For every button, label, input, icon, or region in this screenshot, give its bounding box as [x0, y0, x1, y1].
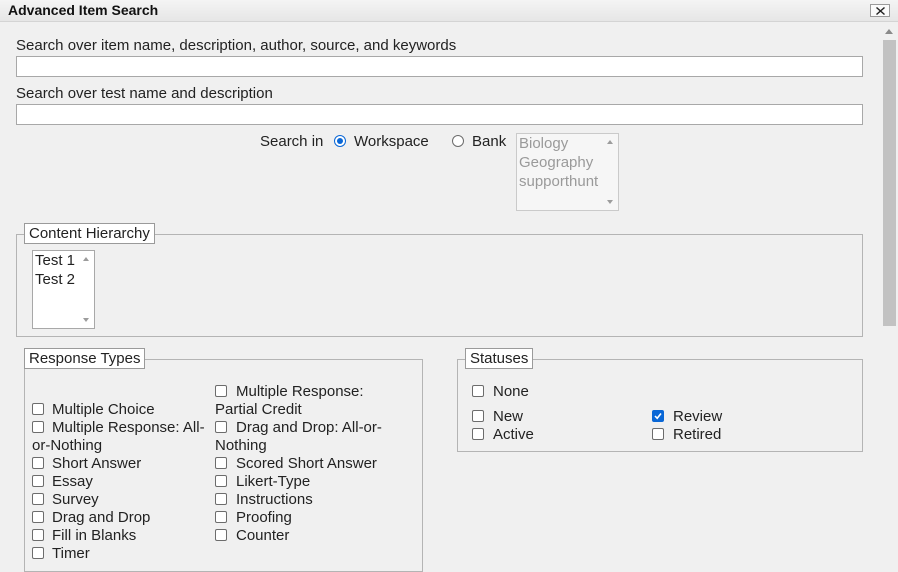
response-type-checkbox[interactable] [215, 529, 227, 541]
response-type-label[interactable]: Multiple Response: [236, 383, 364, 401]
bank-option[interactable]: Biology [519, 134, 568, 153]
status-none-checkbox[interactable] [472, 385, 484, 397]
response-type-label[interactable]: Short Answer [52, 455, 141, 473]
bank-radio[interactable] [452, 135, 464, 147]
scroll-up-arrow-icon[interactable] [885, 29, 893, 34]
close-button[interactable] [870, 4, 890, 17]
status-active-label[interactable]: Active [493, 426, 534, 444]
response-type-label[interactable]: Counter [236, 527, 289, 545]
status-none-label[interactable]: None [493, 383, 529, 401]
bank-radio-label[interactable]: Bank [472, 133, 506, 150]
status-review-label[interactable]: Review [673, 408, 722, 426]
response-type-checkbox[interactable] [215, 475, 227, 487]
search-in-label: Search in [260, 133, 324, 150]
response-type-label[interactable]: Likert-Type [236, 473, 310, 491]
response-type-checkbox[interactable] [32, 421, 44, 433]
listbox-scroll-up-icon[interactable] [83, 257, 89, 261]
scroll-thumb[interactable] [883, 40, 896, 326]
status-new-label[interactable]: New [493, 408, 523, 426]
response-type-checkbox[interactable] [215, 421, 227, 433]
response-types-legend: Response Types [24, 348, 146, 369]
response-type-checkbox[interactable] [32, 457, 44, 469]
response-type-label[interactable]: Multiple Choice [52, 401, 155, 419]
listbox-scroll-down-icon[interactable] [607, 200, 613, 204]
response-type-checkbox[interactable] [32, 493, 44, 505]
response-type-checkbox[interactable] [32, 529, 44, 541]
response-type-checkbox[interactable] [32, 475, 44, 487]
hierarchy-item[interactable]: Test 1 [35, 251, 75, 270]
status-new-checkbox[interactable] [472, 410, 484, 422]
content-hierarchy-legend: Content Hierarchy [24, 223, 155, 244]
response-type-label-wrap[interactable]: Partial Credit [215, 401, 302, 419]
dialog-title: Advanced Item Search [8, 2, 159, 18]
response-type-checkbox[interactable] [32, 403, 44, 415]
status-retired-label[interactable]: Retired [673, 426, 721, 444]
response-type-label[interactable]: Instructions [236, 491, 313, 509]
response-type-label[interactable]: Essay [52, 473, 93, 491]
response-type-checkbox[interactable] [32, 511, 44, 523]
close-icon [876, 7, 885, 15]
response-type-label[interactable]: Fill in Blanks [52, 527, 136, 545]
workspace-radio-label[interactable]: Workspace [354, 133, 429, 150]
dialog-titlebar: Advanced Item Search [0, 0, 898, 22]
response-type-label[interactable]: Timer [52, 545, 90, 563]
test-search-input[interactable] [16, 104, 863, 125]
response-type-label[interactable]: Drag and Drop: All-or- [236, 419, 382, 437]
listbox-scroll-down-icon[interactable] [83, 318, 89, 322]
response-type-checkbox[interactable] [215, 493, 227, 505]
bank-option[interactable]: Geography [519, 153, 593, 172]
response-type-label[interactable]: Scored Short Answer [236, 455, 377, 473]
listbox-scroll-up-icon[interactable] [607, 140, 613, 144]
response-type-label-wrap[interactable]: or-Nothing [32, 437, 102, 455]
bank-listbox[interactable]: Biology Geography supporthunt [516, 133, 619, 211]
status-retired-checkbox[interactable] [652, 428, 664, 440]
bank-option[interactable]: supporthunt [519, 172, 598, 191]
item-search-label: Search over item name, description, auth… [16, 37, 457, 54]
response-type-checkbox[interactable] [215, 385, 227, 397]
content-hierarchy-group [16, 234, 863, 337]
response-type-label[interactable]: Proofing [236, 509, 292, 527]
response-type-label[interactable]: Multiple Response: All- [52, 419, 205, 437]
status-active-checkbox[interactable] [472, 428, 484, 440]
dialog-scrollbar[interactable] [880, 24, 898, 572]
hierarchy-item[interactable]: Test 2 [35, 270, 75, 289]
workspace-radio[interactable] [334, 135, 346, 147]
checkmark-icon [654, 413, 662, 420]
response-type-checkbox[interactable] [215, 457, 227, 469]
response-type-label[interactable]: Survey [52, 491, 99, 509]
response-type-label[interactable]: Drag and Drop [52, 509, 150, 527]
response-type-label-wrap[interactable]: Nothing [215, 437, 267, 455]
statuses-legend: Statuses [465, 348, 534, 369]
response-type-checkbox[interactable] [215, 511, 227, 523]
content-hierarchy-listbox[interactable]: Test 1 Test 2 [32, 250, 95, 329]
test-search-label: Search over test name and description [16, 85, 273, 102]
status-review-checkbox[interactable] [652, 410, 664, 422]
response-type-checkbox[interactable] [32, 547, 44, 559]
item-search-input[interactable] [16, 56, 863, 77]
